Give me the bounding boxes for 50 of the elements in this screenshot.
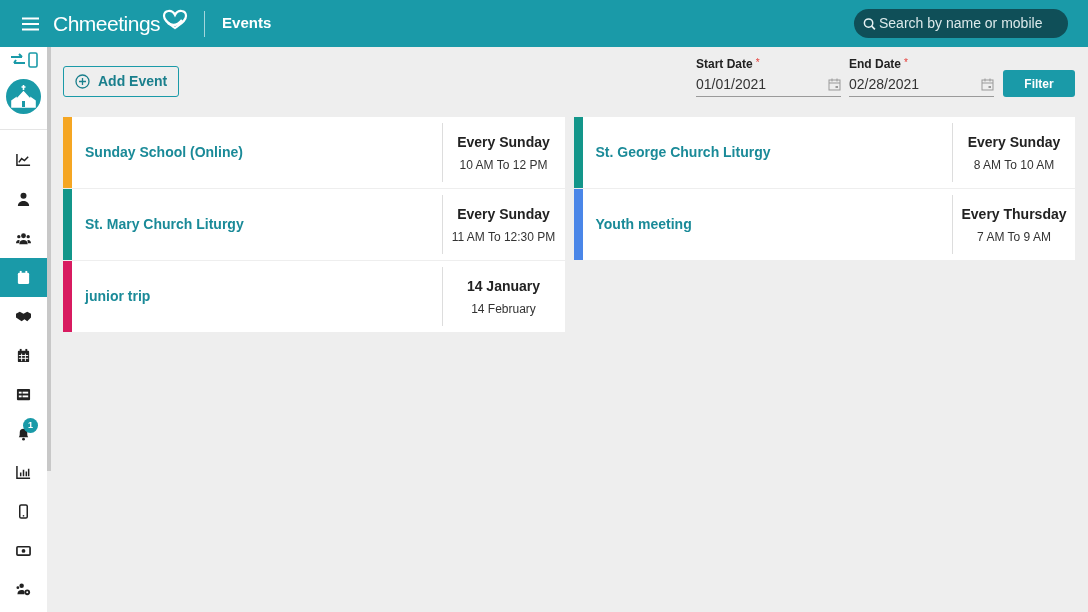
table-icon — [16, 387, 31, 402]
bar-chart-icon — [16, 465, 31, 480]
calendar-icon — [981, 78, 994, 91]
event-card[interactable]: St. Mary Church Liturgy Every Sunday 11 AM To 12:30 PM — [63, 189, 565, 260]
group-icon — [16, 231, 31, 246]
swap-phone-icon — [9, 52, 38, 68]
event-name: Sunday School (Online) — [85, 143, 243, 162]
required-mark: * — [904, 56, 908, 70]
event-time: 7 AM To 9 AM — [977, 228, 1051, 246]
date-field[interactable]: 02/28/2021 — [849, 74, 981, 95]
event-name: junior trip — [85, 287, 151, 306]
calendar-grid-icon — [16, 348, 31, 363]
event-schedule: 14 January — [466, 276, 541, 296]
event-time: 11 AM To 12:30 PM — [451, 228, 556, 246]
add-event-button[interactable]: Add Event — [63, 66, 180, 97]
event-card[interactable]: Sunday School (Online) Every Sunday 10 AM To 12 PM — [63, 117, 565, 188]
menu-icon — [22, 16, 39, 31]
event-card[interactable]: Youth meeting Every Thursday 7 AM To 9 AM — [573, 189, 1075, 260]
event-name: St. Mary Church Liturgy — [85, 215, 244, 234]
event-name: St. George Church Liturgy — [595, 143, 771, 162]
event-schedule: Every Sunday — [967, 132, 1061, 152]
search-field[interactable]: Search by name or mobile — [854, 9, 1068, 38]
banknote-icon — [16, 543, 31, 558]
switch-device-button[interactable] — [9, 52, 38, 68]
event-schedule: Every Sunday — [457, 132, 550, 152]
phone-icon — [16, 504, 31, 519]
event-card[interactable]: junior trip 14 January 14 February — [63, 261, 565, 332]
search-icon — [863, 16, 876, 31]
line-chart-icon — [16, 153, 31, 168]
event-time: 8 AM To 10 AM — [973, 156, 1055, 174]
calendar-icon — [828, 78, 841, 91]
event-time: 14 February — [471, 300, 536, 318]
plus-circle-icon — [75, 74, 90, 89]
calendar-icon — [16, 270, 31, 285]
church-logo — [6, 79, 41, 114]
date-field[interactable]: 01/01/2021 — [696, 74, 828, 95]
field-label: Start Date — [696, 56, 753, 73]
event-name: Youth meeting — [595, 215, 692, 234]
page-title: Events — [222, 13, 272, 34]
event-card[interactable]: St. George Church Liturgy Every Sunday 8 AM To 10 AM — [573, 117, 1075, 188]
event-time: 10 AM To 12 PM — [459, 156, 548, 174]
event-schedule: Every Thursday — [961, 204, 1067, 224]
notification-badge: 1 — [23, 418, 38, 433]
person-icon — [16, 192, 31, 207]
people-gear-icon — [16, 582, 31, 597]
brand-logo: Chmeetings — [53, 10, 161, 37]
menu-button[interactable] — [22, 16, 39, 31]
required-mark: * — [755, 56, 760, 70]
field-label: End Date — [849, 56, 901, 73]
event-schedule: Every Sunday — [457, 204, 550, 224]
